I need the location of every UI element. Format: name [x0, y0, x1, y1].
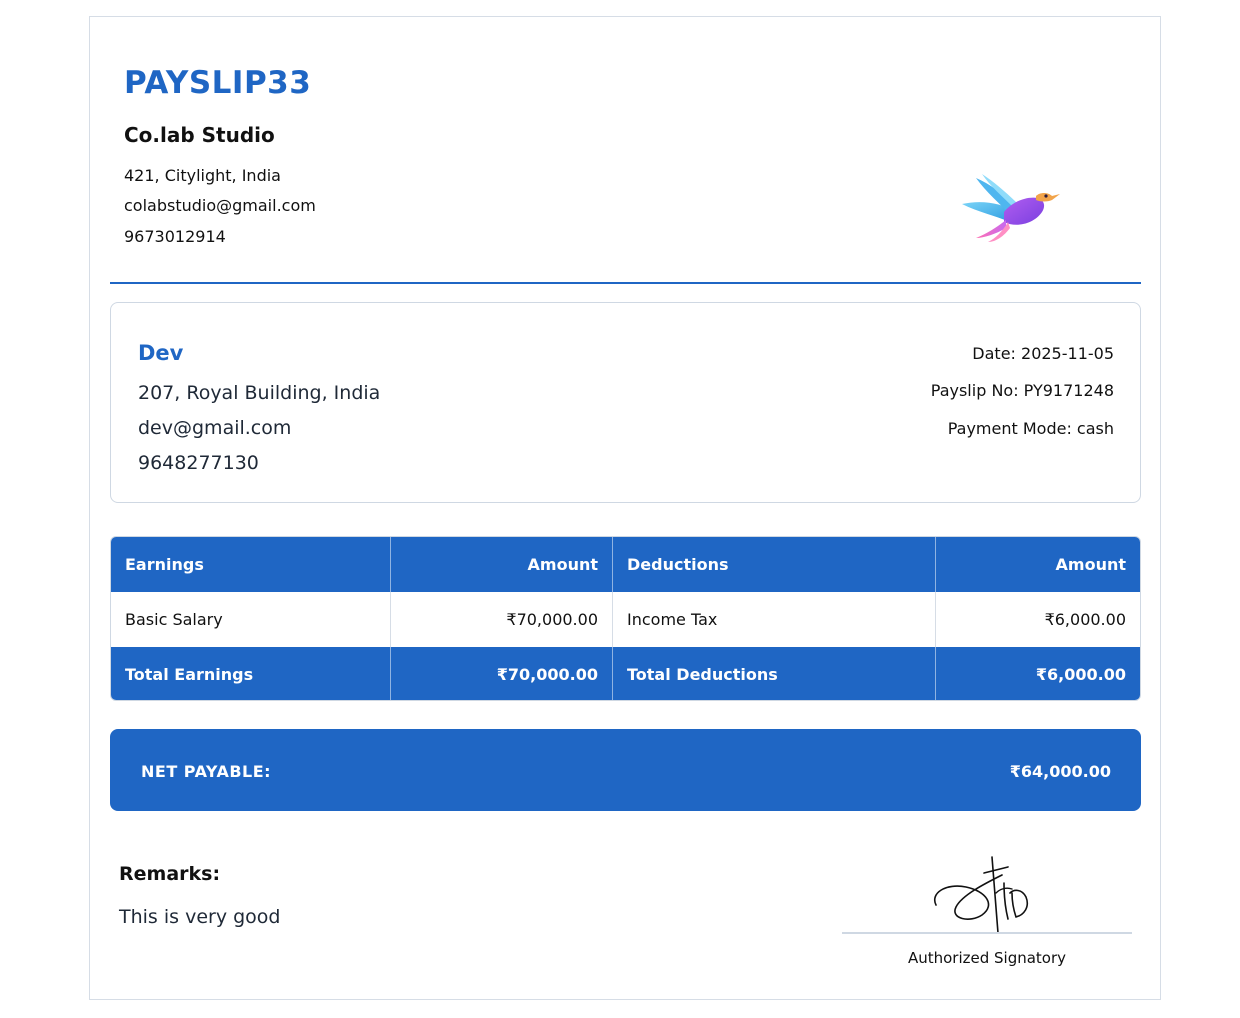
- page-title: PAYSLIP33: [124, 65, 312, 101]
- employee-email: dev@gmail.com: [138, 417, 292, 439]
- table-header-cell: Earnings: [111, 537, 391, 592]
- earning-name: Basic Salary: [111, 592, 391, 647]
- earnings-deductions-table: Earnings Amount Deductions Amount Basic …: [110, 536, 1141, 701]
- net-payable-bar: NET PAYABLE: ₹64,000.00: [110, 729, 1141, 811]
- signature-image: [933, 856, 1029, 934]
- payslip-number: Payslip No: PY9171248: [930, 381, 1114, 400]
- company-address: 421, Citylight, India: [124, 166, 281, 185]
- total-earnings-value: ₹70,000.00: [391, 647, 613, 700]
- table-header-cell: Deductions: [613, 537, 936, 592]
- total-deductions-value: ₹6,000.00: [1035, 665, 1126, 684]
- signature-label: Authorized Signatory: [907, 949, 1067, 967]
- payslip-date: Date: 2025-11-05: [972, 344, 1114, 363]
- payslip-header: PAYSLIP33 Co.lab Studio 421, Citylight, …: [124, 17, 1142, 285]
- employee-name: Dev: [138, 341, 184, 365]
- remarks-text: This is very good: [119, 906, 281, 928]
- earning-amount: ₹70,000.00: [391, 592, 613, 647]
- company-name: Co.lab Studio: [124, 123, 275, 147]
- table-row: Basic Salary ₹70,000.00 Income Tax ₹6,00…: [111, 592, 1140, 647]
- remarks-label: Remarks:: [119, 863, 221, 885]
- payment-mode: Payment Mode: cash: [947, 419, 1114, 438]
- company-email: colabstudio@gmail.com: [124, 196, 316, 215]
- payslip-sheet: PAYSLIP33 Co.lab Studio 421, Citylight, …: [89, 16, 1161, 1000]
- table-header-cell: Amount: [1055, 555, 1126, 574]
- employee-card: Dev 207, Royal Building, India dev@gmail…: [110, 302, 1141, 503]
- table-header-cell: Amount: [391, 537, 613, 592]
- table-totals-row: Total Earnings ₹70,000.00 Total Deductio…: [111, 647, 1140, 700]
- employee-address: 207, Royal Building, India: [138, 382, 381, 404]
- net-payable-label: NET PAYABLE:: [141, 762, 272, 781]
- net-payable-value: ₹64,000.00: [1009, 762, 1111, 781]
- table-header-row: Earnings Amount Deductions Amount: [111, 537, 1140, 592]
- total-deductions-label: Total Deductions: [613, 647, 936, 700]
- total-earnings-label: Total Earnings: [111, 647, 391, 700]
- hummingbird-icon: [962, 174, 1060, 242]
- signature-line: [842, 932, 1132, 934]
- deduction-amount: ₹6,000.00: [1044, 610, 1126, 629]
- company-phone: 9673012914: [124, 227, 226, 246]
- deduction-name: Income Tax: [613, 592, 936, 647]
- employee-phone: 9648277130: [138, 452, 259, 474]
- header-divider: [110, 282, 1141, 284]
